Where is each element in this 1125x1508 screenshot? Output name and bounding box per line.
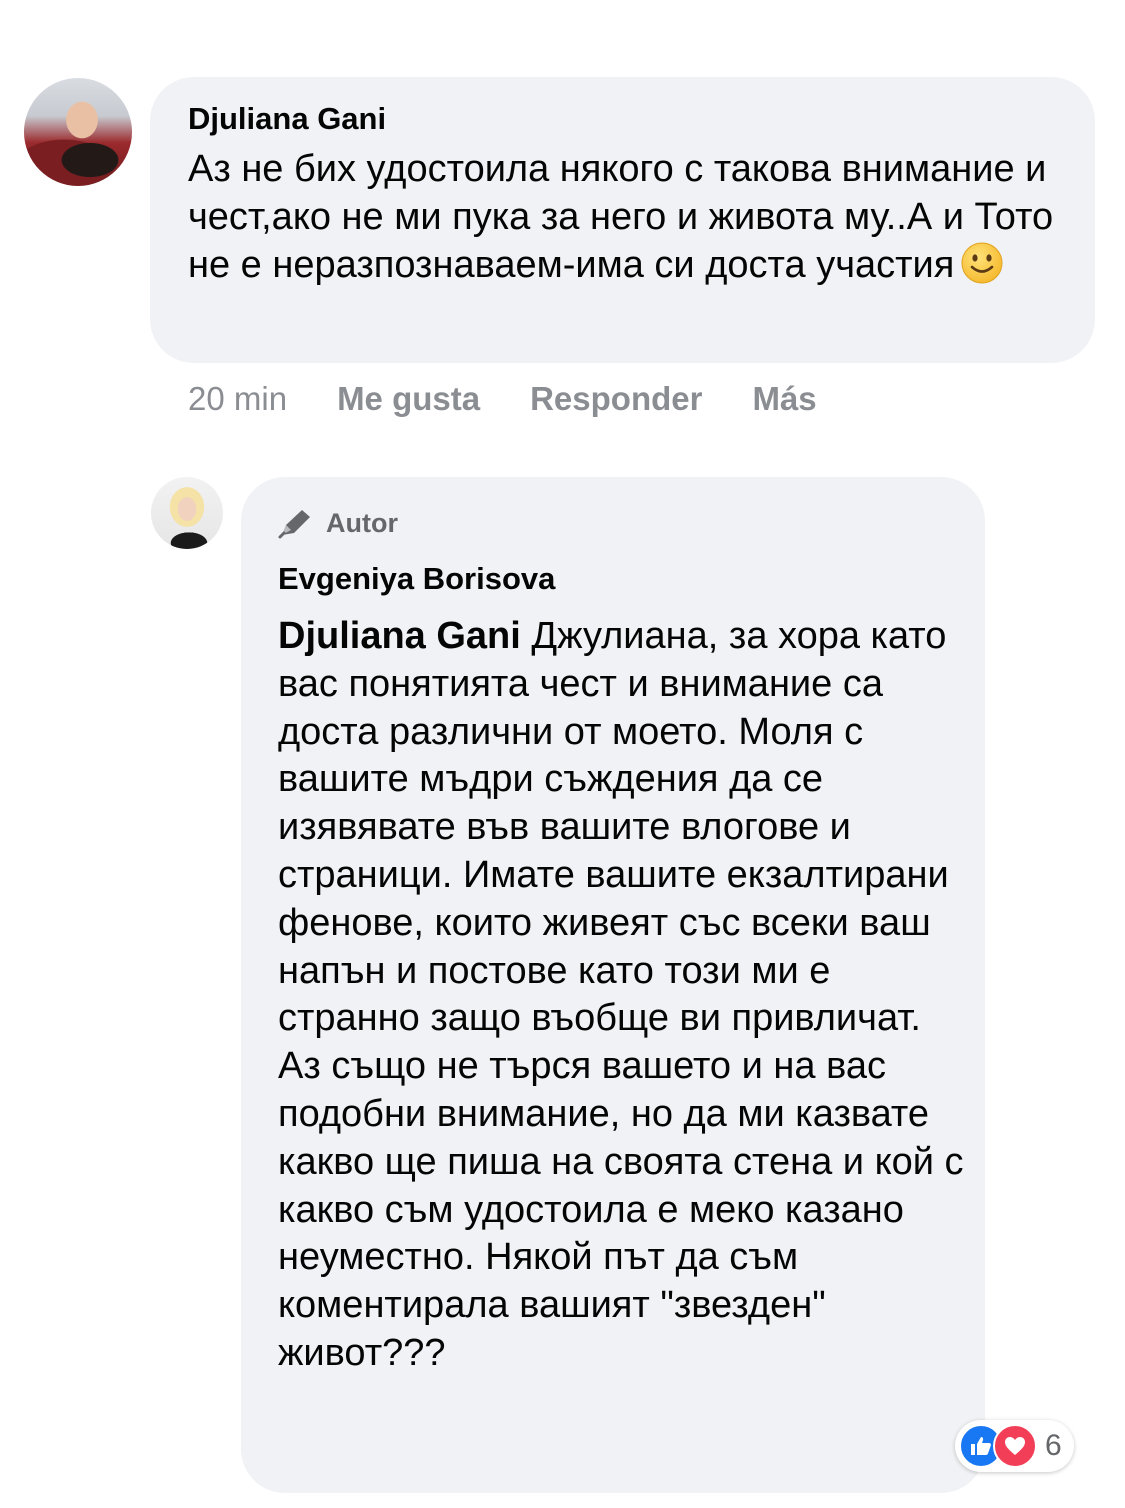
comment-actions: 20 min Me gusta Responder Más — [188, 377, 817, 421]
slightly-smiling-face-icon — [961, 242, 1003, 284]
love-icon — [993, 1424, 1037, 1468]
comment-text: Аз не бих удостоила някого с такова вним… — [188, 145, 1095, 289]
comment-author-name[interactable]: Djuliana Gani — [188, 99, 1095, 139]
reactions-summary[interactable]: 6 — [955, 1420, 1074, 1472]
mention-link[interactable]: Djuliana Gani — [278, 615, 521, 657]
avatar-evgeniya-borisova[interactable] — [151, 477, 223, 549]
reply-text: Djuliana Gani Джулиана, за хора като вас… — [278, 613, 968, 1378]
avatar-djuliana-gani[interactable] — [24, 78, 132, 186]
reply-bubble: Autor Evgeniya Borisova Djuliana Gani Дж… — [241, 477, 985, 1493]
more-button[interactable]: Más — [752, 380, 816, 418]
author-badge-label: Autor — [326, 507, 398, 538]
like-button[interactable]: Me gusta — [337, 380, 480, 418]
reply-body: Джулиана, за хора като вас понятията чес… — [278, 615, 964, 1374]
reply-author-name[interactable]: Evgeniya Borisova — [278, 559, 985, 599]
comment-bubble: Djuliana Gani Аз не бих удостоила някого… — [150, 77, 1095, 363]
reply-button[interactable]: Responder — [530, 380, 702, 418]
author-badge: Autor — [278, 505, 985, 541]
pen-icon — [278, 510, 310, 539]
comment-timestamp[interactable]: 20 min — [188, 380, 287, 418]
comment-body: Аз не бих удостоила някого с такова вним… — [188, 148, 1054, 286]
reaction-count: 6 — [1045, 1429, 1062, 1462]
